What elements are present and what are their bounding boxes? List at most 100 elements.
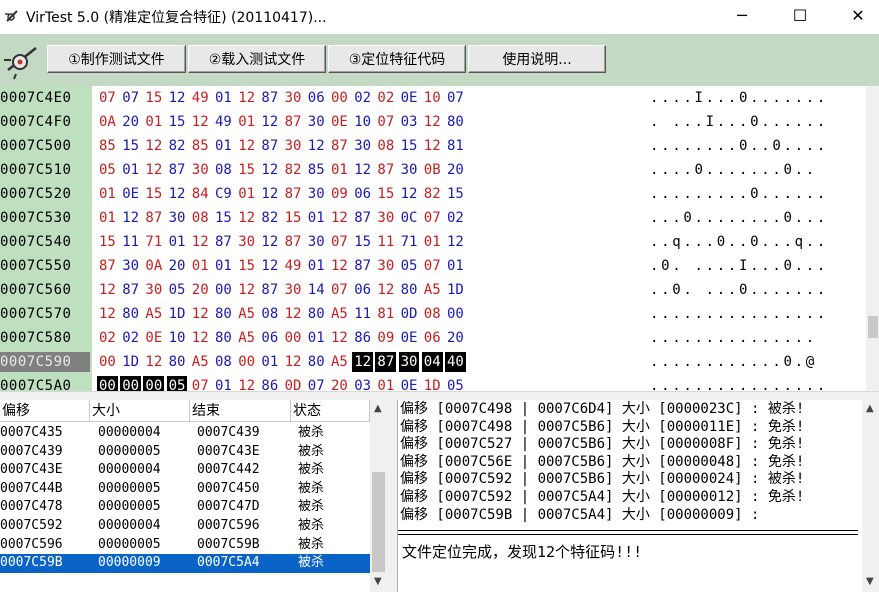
hex-byte[interactable]: 07 [308, 376, 325, 391]
hex-ascii[interactable]: . ...I...0...... [650, 112, 828, 132]
hex-byte[interactable]: 30 [354, 136, 371, 156]
hex-byte[interactable]: 12 [145, 136, 162, 156]
hex-byte[interactable]: 01 [122, 160, 139, 180]
hex-vertical-scrollbar[interactable] [866, 86, 879, 391]
hex-row[interactable]: 0007C590 00 1D 12 80 A5 08 00 01 12 80 A5 12 87 30 04 40… [0, 350, 866, 374]
hex-byte[interactable]: 07 [424, 256, 441, 276]
hex-byte[interactable]: 02 [377, 88, 394, 108]
hex-byte[interactable]: 12 [238, 208, 255, 228]
hex-byte[interactable]: 87 [122, 280, 139, 300]
hex-row[interactable]: 0007C530 01 12 87 30 08 15 12 82 15 01 12 87 30 0C 07 02… [0, 206, 866, 230]
hex-byte[interactable]: 80 [401, 280, 418, 300]
hex-byte[interactable]: 02 [354, 88, 371, 108]
hex-byte[interactable]: 08 [424, 304, 441, 324]
column-header-status[interactable]: 状态 [291, 400, 370, 422]
minimize-button[interactable]: ─ [719, 0, 765, 34]
hex-byte[interactable]: 85 [99, 136, 116, 156]
table-row[interactable]: 0007C478 00000005 0007C47D 被杀 [0, 498, 370, 517]
hex-row[interactable]: 0007C570 12 80 A5 1D 12 80 A5 08 12 80 A5 11 81 0D 08 00… [0, 302, 866, 326]
hex-byte[interactable]: 00 [285, 328, 302, 348]
hex-byte[interactable]: 87 [331, 136, 348, 156]
hex-byte[interactable]: 30 [398, 352, 420, 372]
hex-byte[interactable]: 0E [401, 376, 418, 391]
hex-byte[interactable]: 10 [169, 328, 186, 348]
hex-byte[interactable]: 08 [261, 304, 278, 324]
panel-splitter[interactable] [387, 400, 397, 592]
hex-byte[interactable]: 1D [447, 280, 464, 300]
log-vertical-scrollbar[interactable]: ▲ ▼ [862, 400, 879, 592]
table-row[interactable]: 0007C596 00000005 0007C59B 被杀 [0, 536, 370, 555]
hex-row[interactable]: 0007C4E0 07 07 15 12 49 01 12 87 30 06 00 02 02 0E 10 07… [0, 86, 866, 110]
table-row[interactable]: 0007C439 00000005 0007C43E 被杀 [0, 443, 370, 462]
hex-byte[interactable]: 12 [238, 88, 255, 108]
hex-byte[interactable]: 15 [215, 208, 232, 228]
hex-byte[interactable]: 12 [352, 352, 374, 372]
hex-byte[interactable]: 04 [421, 352, 443, 372]
hex-byte[interactable]: 81 [377, 304, 394, 324]
hex-byte[interactable]: 05 [166, 376, 188, 391]
hex-row[interactable]: 0007C540 15 11 71 01 12 87 30 12 87 30 07 15 11 71 01 12… [0, 230, 866, 254]
hex-byte[interactable]: 01 [308, 328, 325, 348]
hex-byte[interactable]: A5 [145, 304, 162, 324]
hex-byte[interactable]: 05 [401, 256, 418, 276]
hex-byte[interactable]: 15 [377, 184, 394, 204]
hex-byte[interactable]: 1D [169, 304, 186, 324]
hex-byte[interactable]: 12 [308, 136, 325, 156]
hex-byte[interactable]: 82 [169, 136, 186, 156]
hex-byte[interactable]: 0E [401, 88, 418, 108]
hex-byte[interactable]: 85 [308, 160, 325, 180]
hex-byte[interactable]: 87 [99, 256, 116, 276]
hex-row[interactable]: 0007C550 87 30 0A 20 01 01 15 12 49 01 12 87 30 05 07 01… [0, 254, 866, 278]
hex-byte[interactable]: 12 [377, 280, 394, 300]
hex-byte[interactable]: 01 [447, 256, 464, 276]
table-row[interactable]: 0007C44B 00000005 0007C450 被杀 [0, 480, 370, 499]
hex-byte[interactable]: 80 [308, 352, 325, 372]
help-button[interactable]: 使用说明... [468, 45, 606, 73]
hex-byte[interactable]: 10 [424, 88, 441, 108]
hex-byte[interactable]: 12 [169, 88, 186, 108]
hex-byte[interactable]: 02 [99, 328, 116, 348]
hex-byte[interactable]: 12 [238, 376, 255, 391]
load-test-file-button[interactable]: ②载入测试文件 [188, 45, 326, 73]
hex-byte[interactable]: 01 [215, 88, 232, 108]
hex-byte[interactable]: 1D [122, 352, 139, 372]
locate-signature-button[interactable]: ③定位特征代码 [328, 45, 466, 73]
hex-byte[interactable]: 12 [192, 112, 209, 132]
hex-byte[interactable]: 07 [192, 376, 209, 391]
hex-byte[interactable]: 20 [447, 160, 464, 180]
hex-byte[interactable]: A5 [238, 328, 255, 348]
hex-byte[interactable]: 80 [308, 304, 325, 324]
hex-byte[interactable]: 30 [285, 280, 302, 300]
hex-byte[interactable]: 80 [169, 352, 186, 372]
hex-byte[interactable]: 12 [261, 232, 278, 252]
hex-byte[interactable]: 30 [238, 232, 255, 252]
hex-byte[interactable]: 0C [401, 208, 418, 228]
hex-byte[interactable]: 08 [215, 160, 232, 180]
hex-byte[interactable]: 80 [215, 304, 232, 324]
hex-byte[interactable]: 15 [122, 136, 139, 156]
hex-byte[interactable]: 87 [215, 232, 232, 252]
hex-byte[interactable]: 80 [447, 112, 464, 132]
hex-byte[interactable]: 01 [308, 256, 325, 276]
table-row[interactable]: 0007C435 00000004 0007C439 被杀 [0, 424, 370, 443]
hex-byte[interactable]: 15 [99, 232, 116, 252]
hex-byte[interactable]: 05 [447, 376, 464, 391]
hex-byte[interactable]: 11 [377, 232, 394, 252]
hex-byte[interactable]: A5 [331, 304, 348, 324]
hex-byte[interactable]: 01 [238, 184, 255, 204]
hex-byte[interactable]: 82 [261, 208, 278, 228]
hex-byte[interactable]: 06 [354, 184, 371, 204]
hex-byte[interactable]: 20 [192, 280, 209, 300]
hex-byte[interactable]: 0E [331, 112, 348, 132]
hex-byte[interactable]: 12 [99, 304, 116, 324]
hex-byte[interactable]: 01 [308, 208, 325, 228]
hex-byte[interactable]: 12 [238, 136, 255, 156]
hex-row[interactable]: 0007C4F0 0A 20 01 15 12 49 01 12 87 30 0E 10 07 03 12 80… [0, 110, 866, 134]
hex-byte[interactable]: A5 [192, 352, 209, 372]
hex-byte[interactable]: 0A [99, 112, 116, 132]
scroll-down-icon[interactable]: ▼ [866, 576, 874, 587]
hex-byte[interactable]: 12 [145, 160, 162, 180]
hex-byte[interactable]: 12 [261, 160, 278, 180]
hex-byte[interactable]: 00 [447, 304, 464, 324]
hex-byte[interactable]: 11 [354, 304, 371, 324]
